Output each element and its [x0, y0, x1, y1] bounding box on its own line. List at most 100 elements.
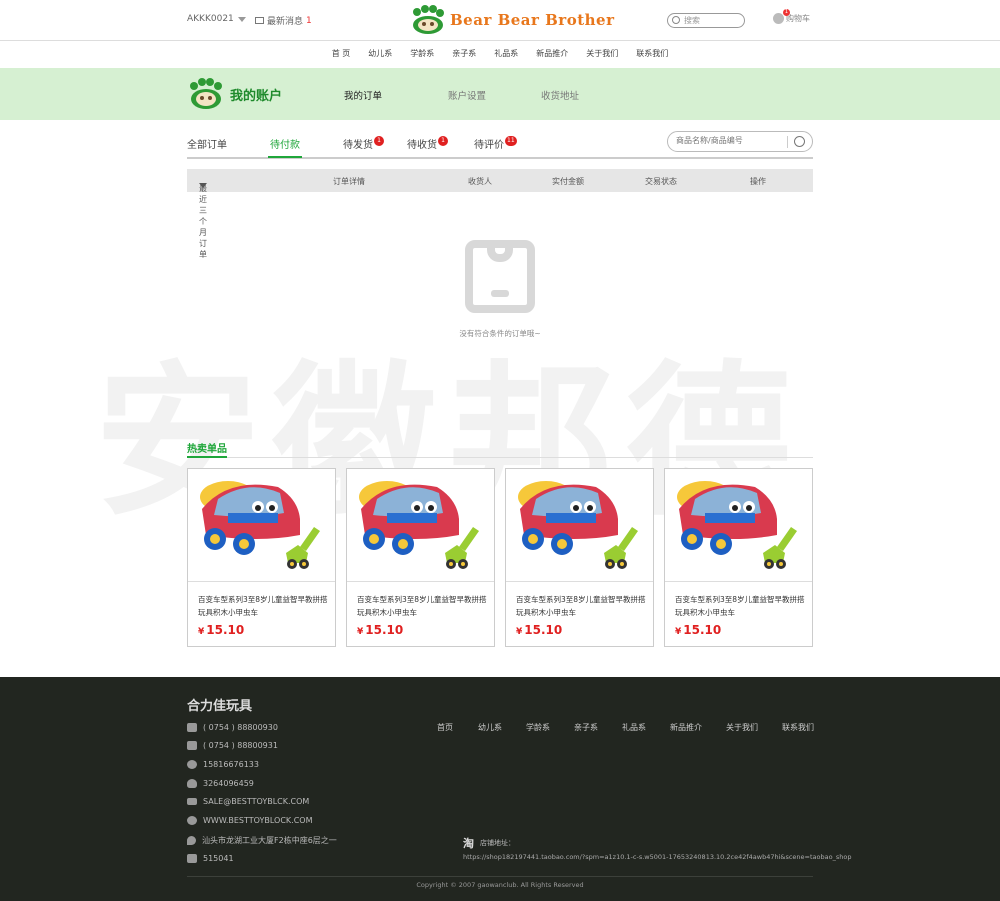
active-tab-indicator: [268, 156, 302, 158]
product-card[interactable]: 百变车型系列3至8岁儿童益智早教拼搭玩具积木小甲虫车 ¥15.10: [664, 468, 813, 647]
empty-orders-text: 没有符合条件的订单哦~: [459, 329, 541, 338]
product-price: ¥15.10: [357, 623, 403, 637]
footer-contact-qq: 3264096459: [187, 779, 254, 788]
contact-text: 15816676133: [203, 760, 259, 769]
order-tab-label: 待发货: [343, 140, 373, 151]
header-search-placeholder: 搜索: [684, 16, 700, 25]
period-filter-label: 最近三个月订单: [199, 184, 207, 259]
currency-symbol: ¥: [198, 627, 205, 637]
footer-nav-new-products[interactable]: 新品推介: [670, 722, 702, 733]
taobao-url-link[interactable]: https://shop182197441.taobao.com/?spm=a1…: [463, 853, 851, 861]
price-value: 15.10: [206, 623, 245, 637]
chevron-down-icon: [199, 183, 207, 188]
product-name[interactable]: 百变车型系列3至8岁儿童益智早教拼搭玩具积木小甲虫车: [516, 593, 646, 619]
currency-symbol: ¥: [357, 627, 364, 637]
email-icon: [187, 798, 197, 805]
footer-nav-home[interactable]: 首页: [437, 722, 453, 733]
globe-icon: [187, 816, 197, 825]
wechat-icon: [187, 760, 197, 769]
product-card[interactable]: 百变车型系列3至8岁儿童益智早教拼搭玩具积木小甲虫车 ¥15.10: [187, 468, 336, 647]
order-table-header: 最近三个月订单 订单详情 收货人 实付金额 交易状态 操作: [187, 169, 813, 259]
messages-count: 1: [306, 15, 312, 26]
footer-nav-about[interactable]: 关于我们: [726, 722, 758, 733]
footer-company-name: 合力佳玩具: [187, 699, 253, 714]
nav-item-gifts[interactable]: 礼品系: [485, 41, 527, 68]
envelope-icon: [255, 17, 264, 24]
cart-label: 购物车: [786, 14, 810, 23]
col-actions: 操作: [750, 177, 766, 186]
taobao-label: 店铺地址：: [480, 839, 515, 847]
tab-my-orders[interactable]: 我的订单: [344, 88, 382, 102]
cart-icon: 1: [773, 9, 790, 24]
footer-contact-wechat: 15816676133: [187, 760, 259, 769]
footer-contact-email[interactable]: SALE@BESTTOYBLCK.COM: [187, 797, 309, 806]
footer-divider: [187, 876, 813, 877]
order-tab-pending-receipt[interactable]: 待收货 1: [407, 136, 448, 151]
col-recipient: 收货人: [468, 177, 492, 186]
tab-account-settings[interactable]: 账户设置: [448, 88, 486, 102]
product-image[interactable]: [347, 469, 494, 582]
account-banner: 我的账户 我的订单 账户设置 收货地址: [0, 68, 1000, 120]
nav-item-school-age[interactable]: 学龄系: [401, 41, 443, 68]
account-menu[interactable]: AKKK0021: [187, 14, 246, 24]
account-title: 我的账户: [230, 89, 283, 104]
nav-item-new-products[interactable]: 新品推介: [527, 41, 577, 68]
header-search-input[interactable]: 搜索: [667, 13, 745, 28]
product-image[interactable]: [506, 469, 653, 582]
footer-nav-parent-child[interactable]: 亲子系: [574, 722, 598, 733]
product-name[interactable]: 百变车型系列3至8岁儿童益智早教拼搭玩具积木小甲虫车: [198, 593, 328, 619]
col-trade-status: 交易状态: [645, 177, 677, 186]
main-nav: 首 页 幼儿系 学龄系 亲子系 礼品系 新品推介 关于我们 联系我们: [0, 41, 1000, 68]
order-tab-badge: 1: [374, 136, 384, 146]
page: AKKK0021 最新消息 1 Bear Bear Brother 搜索 1 购…: [0, 0, 1000, 901]
order-search-input[interactable]: [676, 136, 786, 145]
search-icon[interactable]: [794, 136, 805, 147]
taobao-icon: 淘: [463, 837, 474, 850]
product-name[interactable]: 百变车型系列3至8岁儿童益智早教拼搭玩具积木小甲虫车: [675, 593, 805, 619]
product-price: ¥15.10: [198, 623, 244, 637]
order-tab-label: 待收货: [407, 140, 437, 151]
brand-logo[interactable]: Bear Bear Brother: [410, 5, 615, 35]
footer-nav-preschool[interactable]: 幼儿系: [478, 722, 502, 733]
footer-contact-website[interactable]: WWW.BESTTOYBLOCK.COM: [187, 816, 312, 825]
messages-link[interactable]: 最新消息 1: [255, 14, 312, 27]
order-tab-pending-payment[interactable]: 待付款: [270, 136, 300, 151]
nav-item-preschool[interactable]: 幼儿系: [359, 41, 401, 68]
product-card[interactable]: 百变车型系列3至8岁儿童益智早教拼搭玩具积木小甲虫车 ¥15.10: [505, 468, 654, 647]
nav-item-home[interactable]: 首 页: [323, 41, 360, 68]
order-tab-pending-shipment[interactable]: 待发货 1: [343, 136, 384, 151]
product-name[interactable]: 百变车型系列3至8岁儿童益智早教拼搭玩具积木小甲虫车: [357, 593, 487, 619]
contact-text: ( 0754 ) 88800930: [203, 723, 278, 732]
order-tab-badge: 1: [438, 136, 448, 146]
toy-car-image: [200, 481, 320, 569]
contact-text: 515041: [203, 854, 234, 863]
footer-contact-phone: ( 0754 ) 88800930: [187, 723, 278, 732]
nav-item-contact[interactable]: 联系我们: [627, 41, 677, 68]
contact-text: ( 0754 ) 88800931: [203, 741, 278, 750]
nav-item-parent-child[interactable]: 亲子系: [443, 41, 485, 68]
product-card[interactable]: 百变车型系列3至8岁儿童益智早教拼搭玩具积木小甲虫车 ¥15.10: [346, 468, 495, 647]
footer-nav-school-age[interactable]: 学龄系: [526, 722, 550, 733]
currency-symbol: ¥: [516, 627, 523, 637]
col-order-details: 订单详情: [333, 177, 365, 186]
fax-icon: [187, 741, 197, 750]
product-image[interactable]: [665, 469, 812, 582]
footer-nav-gifts[interactable]: 礼品系: [622, 722, 646, 733]
product-image[interactable]: [188, 469, 335, 582]
price-value: 15.10: [683, 623, 722, 637]
order-tab-pending-review[interactable]: 待评价 11: [474, 136, 517, 151]
order-tab-all[interactable]: 全部订单: [187, 136, 227, 151]
location-icon: [187, 836, 196, 845]
account-name: AKKK0021: [187, 14, 234, 24]
taobao-store: 淘 店铺地址：: [463, 835, 515, 851]
cart-link[interactable]: 1 购物车: [773, 9, 810, 24]
tab-shipping-address[interactable]: 收货地址: [541, 88, 579, 102]
footer-nav-contact[interactable]: 联系我们: [782, 722, 814, 733]
col-amount-paid: 实付金额: [552, 177, 584, 186]
messages-label: 最新消息: [267, 17, 304, 27]
phone-icon: [187, 723, 197, 732]
product-price: ¥15.10: [516, 623, 562, 637]
nav-item-about[interactable]: 关于我们: [577, 41, 627, 68]
price-value: 15.10: [524, 623, 563, 637]
qq-icon: [187, 779, 197, 788]
